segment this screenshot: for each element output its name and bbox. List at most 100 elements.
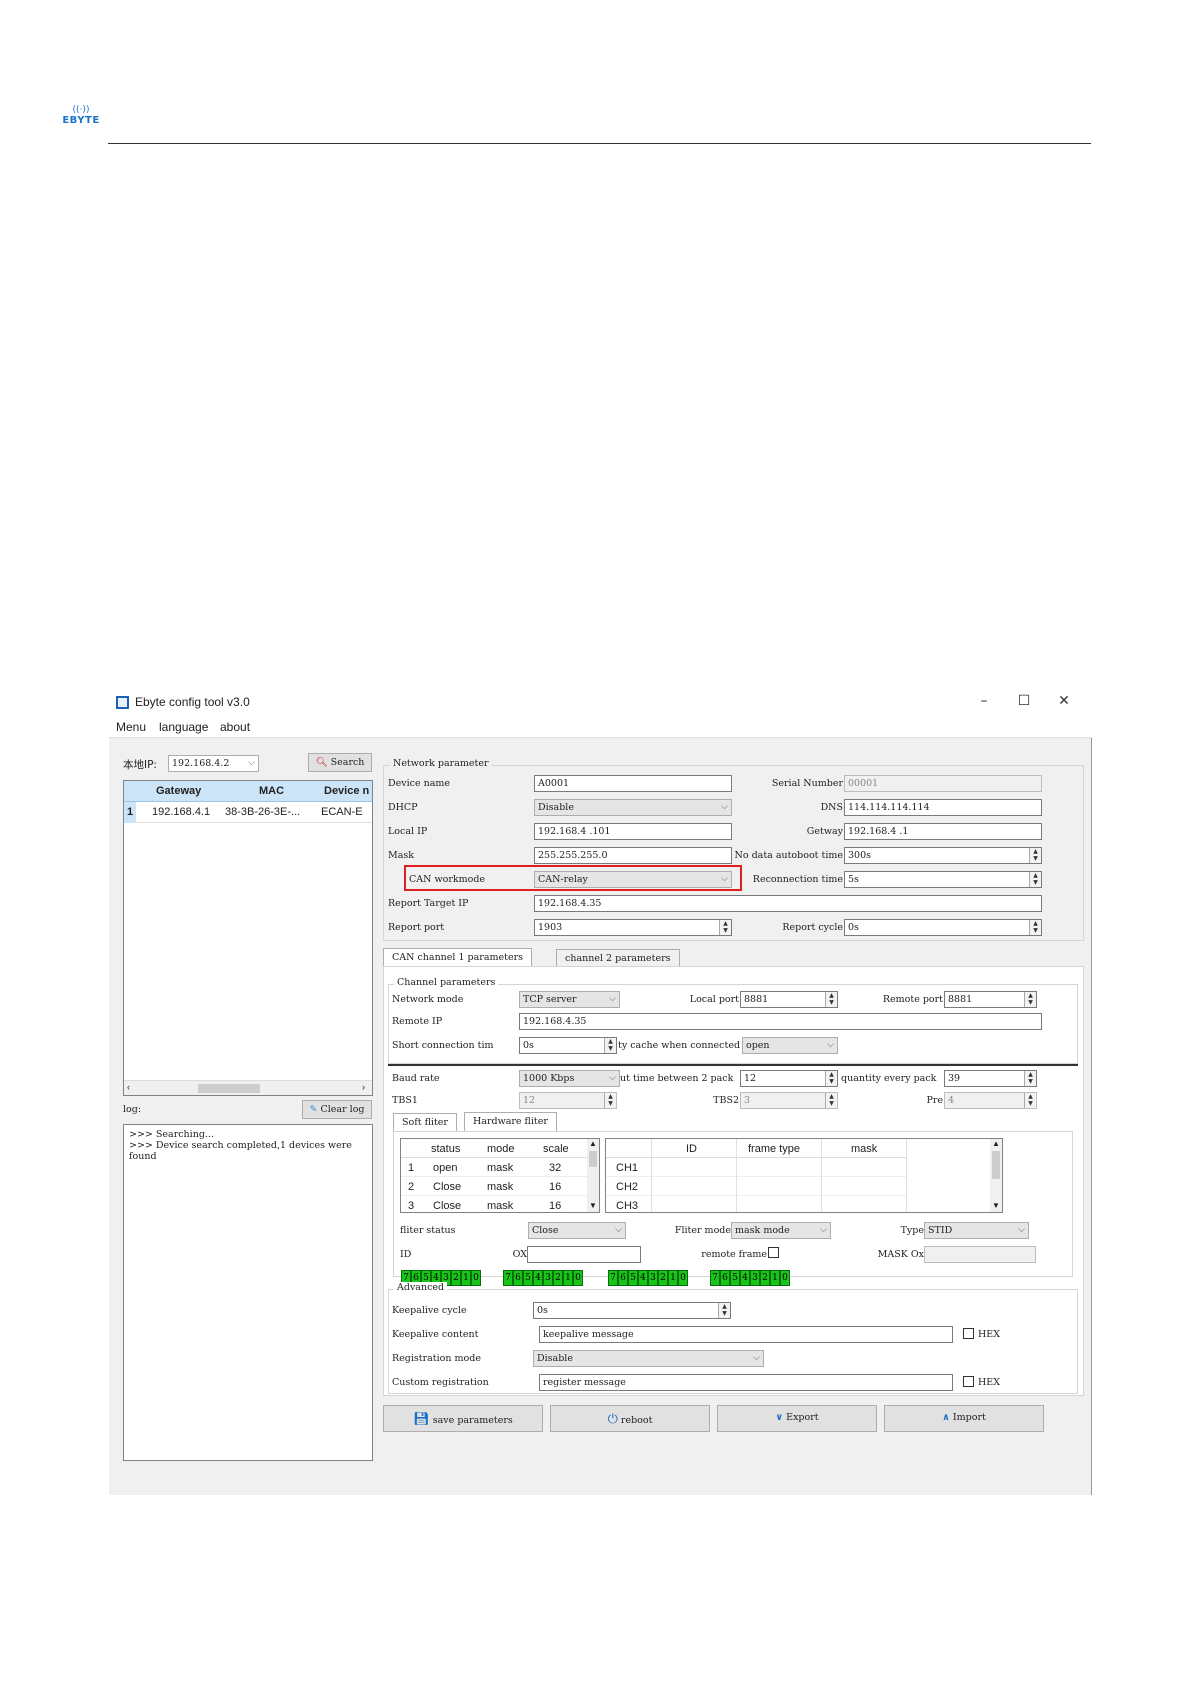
baud-rate-select[interactable]: 1000 Kbps ⌵ [519,1070,620,1087]
id-hex-input[interactable] [527,1246,641,1263]
keepalive-cycle-spinner[interactable]: 0s ▲ ▼ [533,1302,731,1319]
dns-input[interactable]: 114.114.114.114 [844,799,1042,816]
table-row[interactable]: 3 Close mask 16 [401,1196,587,1212]
arrow-right-icon[interactable]: › [362,1082,365,1092]
export-button[interactable]: ∨ Export [717,1405,877,1432]
col-frame-type[interactable]: frame type [748,1143,800,1155]
remote-port-spinner[interactable]: 8881 ▲ ▼ [944,991,1037,1008]
bit-toggle[interactable]: 2 [760,1270,770,1286]
vertical-scrollbar[interactable]: ▲ ▼ [990,1139,1002,1212]
bit-toggle[interactable]: 2 [553,1270,563,1286]
bit-toggle[interactable]: 2 [658,1270,668,1286]
tab-channel-2[interactable]: channel 2 parameters [556,949,680,967]
arrow-up-icon[interactable]: ▲ [589,1139,597,1148]
arrow-down-icon[interactable]: ▼ [992,1201,1000,1210]
remote-ip-input[interactable]: 192.168.4.35 [519,1013,1042,1030]
bit-toggle[interactable]: 7 [710,1270,720,1286]
vertical-scrollbar[interactable]: ▲ ▼ [587,1139,599,1212]
keepalive-content-input[interactable]: keepalive message [539,1326,953,1343]
col-device[interactable]: Device n [324,785,372,797]
bit-toggle[interactable]: 6 [513,1270,523,1286]
col-id[interactable]: ID [686,1143,697,1155]
bit-toggle[interactable]: 1 [770,1270,780,1286]
menu-item-language[interactable]: language [159,720,208,734]
report-target-ip-input[interactable]: 192.168.4.35 [534,895,1042,912]
scroll-thumb[interactable] [198,1084,260,1093]
col-scale[interactable]: scale [543,1143,569,1155]
bit-toggle[interactable]: 5 [730,1270,740,1286]
table-row[interactable]: 1 open mask 32 [401,1158,587,1177]
custom-reg-hex-checkbox[interactable] [963,1376,974,1387]
bit-toggle[interactable]: 0 [573,1270,583,1286]
spin-arrows-icon[interactable]: ▲ ▼ [1029,920,1041,935]
custom-registration-input[interactable]: register message [539,1374,953,1391]
filter-status-select[interactable]: Close ⌵ [528,1222,626,1239]
col-mac[interactable]: MAC [259,785,284,797]
report-cycle-spinner[interactable]: 0s ▲ ▼ [844,919,1042,936]
arrow-down-icon[interactable]: ▼ [589,1201,597,1210]
bit-toggle[interactable]: 3 [648,1270,658,1286]
spin-arrows-icon[interactable]: ▲ ▼ [604,1038,616,1053]
bit-toggle[interactable]: 1 [461,1270,471,1286]
bit-toggle[interactable]: 6 [618,1270,628,1286]
bit-toggle[interactable]: 4 [638,1270,648,1286]
bit-toggle[interactable]: 6 [720,1270,730,1286]
cache-select[interactable]: open ⌵ [742,1037,838,1054]
bit-toggle[interactable]: 2 [451,1270,461,1286]
arrow-up-icon[interactable]: ▲ [992,1139,1000,1148]
menu-item-about[interactable]: about [220,720,250,734]
save-parameters-button[interactable]: 💾︎ save parameters [383,1405,543,1432]
close-button[interactable]: ✕ [1044,690,1084,712]
quantity-pack-spinner[interactable]: 39 ▲ ▼ [944,1070,1037,1087]
bit-toggle[interactable]: 1 [563,1270,573,1286]
import-button[interactable]: ∧ Import [884,1405,1044,1432]
getway-input[interactable]: 192.168.4 .1 [844,823,1042,840]
arrow-left-icon[interactable]: ‹ [127,1082,130,1092]
clear-log-button[interactable]: ✎ Clear log [302,1100,372,1119]
bit-toggle[interactable]: 0 [471,1270,481,1286]
local-ip-combo[interactable]: 192.168.4.2 ⌵ [168,755,259,772]
filter-mode-select[interactable]: mask mode ⌵ [731,1222,831,1239]
type-select[interactable]: STID ⌵ [924,1222,1029,1239]
bit-toggle[interactable]: 4 [533,1270,543,1286]
spin-arrows-icon[interactable]: ▲ ▼ [1024,992,1036,1007]
tab-can-channel-1[interactable]: CAN channel 1 parameters [383,948,532,967]
spin-arrows-icon[interactable]: ▲ ▼ [1029,848,1041,863]
spin-arrows-icon[interactable]: ▲ ▼ [825,1071,837,1086]
col-status[interactable]: status [431,1143,460,1155]
minimize-button[interactable]: – [964,690,1004,712]
bit-toggle[interactable]: 3 [543,1270,553,1286]
reconnection-time-spinner[interactable]: 5s ▲ ▼ [844,871,1042,888]
table-row[interactable]: 2 Close mask 16 [401,1177,587,1196]
reboot-button[interactable]: ⏻ reboot [550,1405,710,1432]
maximize-button[interactable]: ☐ [1004,690,1044,712]
col-mask[interactable]: mask [851,1143,877,1155]
scroll-thumb[interactable] [992,1151,1000,1179]
local-port-spinner[interactable]: 8881 ▲ ▼ [740,991,838,1008]
bit-toggle[interactable]: 7 [503,1270,513,1286]
tab-soft-filter[interactable]: Soft fliter [393,1113,457,1131]
bit-toggle[interactable]: 4 [740,1270,750,1286]
bit-toggle[interactable]: 5 [523,1270,533,1286]
spin-arrows-icon[interactable]: ▲ ▼ [718,1303,730,1318]
spin-arrows-icon[interactable]: ▲ ▼ [825,992,837,1007]
spin-arrows-icon[interactable]: ▲ ▼ [1029,872,1041,887]
between-pack-spinner[interactable]: 12 ▲ ▼ [740,1070,838,1087]
bit-toggle[interactable]: 3 [750,1270,760,1286]
bit-toggle[interactable]: 1 [668,1270,678,1286]
bit-toggle[interactable]: 7 [608,1270,618,1286]
menu-item-menu[interactable]: Menu [116,720,146,734]
spin-arrows-icon[interactable]: ▲ ▼ [1024,1071,1036,1086]
tab-hardware-filter[interactable]: Hardware fliter [464,1112,557,1131]
short-connection-spinner[interactable]: 0s ▲ ▼ [519,1037,617,1054]
col-gateway[interactable]: Gateway [156,785,201,797]
registration-mode-select[interactable]: Disable ⌵ [533,1350,764,1367]
horizontal-scrollbar[interactable]: ‹ › [124,1080,372,1095]
remote-frame-checkbox[interactable] [768,1247,779,1258]
no-data-autoboot-spinner[interactable]: 300s ▲ ▼ [844,847,1042,864]
bit-toggle[interactable]: 0 [780,1270,790,1286]
log-area[interactable]: >>> Searching... >>> Device search compl… [123,1124,373,1461]
search-button[interactable]: 🔍︎ Search [308,753,372,772]
bit-toggle[interactable]: 5 [628,1270,638,1286]
keepalive-hex-checkbox[interactable] [963,1328,974,1339]
